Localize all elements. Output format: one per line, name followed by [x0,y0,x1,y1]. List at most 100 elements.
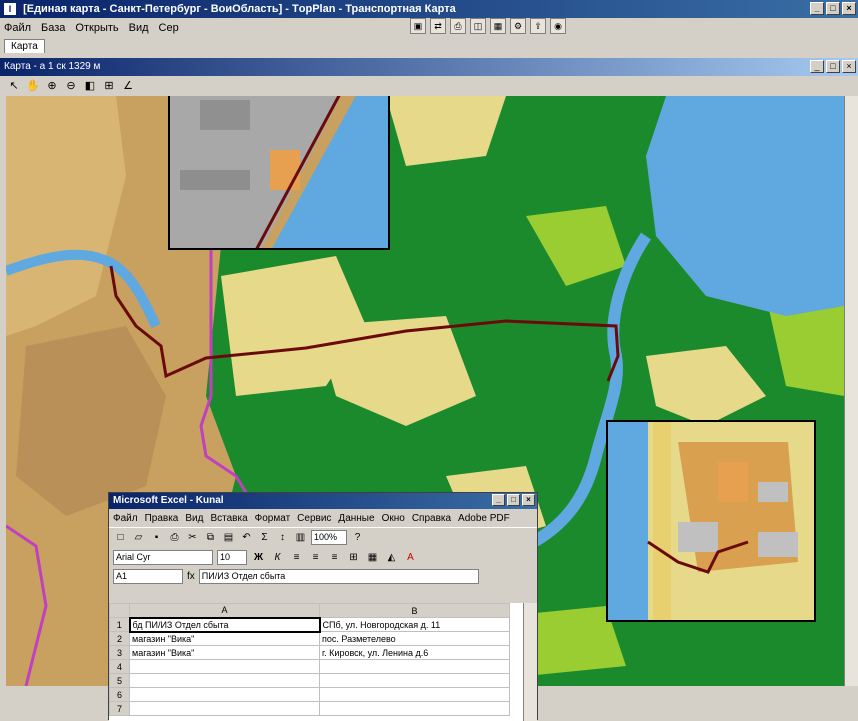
column-header-b[interactable]: B [319,603,510,618]
settings-icon[interactable]: ⚙ [510,18,526,34]
align-right-icon[interactable]: ≡ [327,550,342,565]
merge-icon[interactable]: ⊞ [346,550,361,565]
maximize-button[interactable]: □ [826,2,840,15]
excel-vertical-scrollbar[interactable] [523,603,537,721]
cell[interactable]: бд ПИ/ИЗ Отдел сбыта [128,616,321,633]
menu-file[interactable]: Файл [4,22,31,34]
tab-row: Карта [0,38,858,56]
help-icon[interactable]: ? [350,530,365,545]
excel-menu-file[interactable]: Файл [113,513,138,524]
italic-icon[interactable]: К [270,550,285,565]
chart-wizard-icon[interactable]: ▥ [293,530,308,545]
font-size-select[interactable]: 10 [217,549,247,565]
zoom-select[interactable]: 100% [311,530,347,545]
row-header[interactable]: 4 [109,659,130,674]
pointer-icon[interactable]: ↖ [6,78,22,94]
row-header[interactable]: 1 [109,617,130,632]
formula-input[interactable]: ПИ/ИЗ Отдел сбыта [198,568,479,584]
paste-icon[interactable]: ▤ [221,530,236,545]
cell[interactable] [319,659,510,674]
map-close-button[interactable]: × [842,60,856,73]
save-icon[interactable]: ▪ [149,530,164,545]
print-preview-icon[interactable]: ⎙ [167,530,182,545]
column-header-a[interactable]: A [129,603,320,618]
bold-icon[interactable]: Ж [251,550,266,565]
row-header[interactable]: 5 [109,673,130,688]
excel-menu-insert[interactable]: Вставка [210,513,247,524]
font-color-icon[interactable]: A [403,550,418,565]
cell[interactable] [319,673,510,688]
menu-open[interactable]: Открыть [75,22,118,34]
cell[interactable] [129,659,320,674]
copy-icon[interactable]: ⧉ [203,530,218,545]
menu-view[interactable]: Вид [129,22,149,34]
map-vertical-scrollbar[interactable] [844,96,858,686]
sum-icon[interactable]: Σ [257,530,272,545]
excel-menu-adobe[interactable]: Adobe PDF [458,513,510,524]
excel-menu-format[interactable]: Формат [255,513,291,524]
measure-icon[interactable]: ⊞ [101,78,117,94]
excel-menu-data[interactable]: Данные [338,513,374,524]
borders-icon[interactable]: ▦ [365,550,380,565]
cell[interactable]: магазин "Вика" [129,631,320,646]
export-icon[interactable]: ⇪ [530,18,546,34]
new-icon[interactable]: □ [113,530,128,545]
sort-icon[interactable]: ↕ [275,530,290,545]
cell[interactable] [129,673,320,688]
excel-minimize-button[interactable]: _ [492,494,505,506]
inset-town-detail [606,420,816,622]
cut-icon[interactable]: ✂ [185,530,200,545]
table-row: 5 [109,673,510,688]
cell[interactable]: СПб, ул. Новгородская д. 11 [319,617,510,632]
excel-menu-view[interactable]: Вид [185,513,203,524]
cell[interactable] [129,701,320,716]
tab-map[interactable]: Карта [4,39,45,53]
excel-menu-tools[interactable]: Сервис [297,513,331,524]
align-center-icon[interactable]: ≡ [308,550,323,565]
excel-maximize-button[interactable]: □ [507,494,520,506]
font-name-select[interactable]: Arial Cyr [113,549,213,565]
open-icon[interactable]: ▱ [131,530,146,545]
cell[interactable]: магазин "Вика" [129,645,320,660]
row-header[interactable]: 2 [109,631,130,646]
window-title-bar: I [Единая карта - Санкт-Петербург - ВоиО… [0,0,858,18]
excel-toolbar: □ ▱ ▪ ⎙ ✂ ⧉ ▤ ↶ Σ ↕ ▥ 100% ? [109,527,537,547]
map-maximize-button[interactable]: □ [826,60,840,73]
table-row: 4 [109,659,510,674]
cell[interactable] [319,687,510,702]
angle-icon[interactable]: ∠ [120,78,136,94]
cell[interactable] [129,687,320,702]
chart-icon[interactable]: ▦ [490,18,506,34]
excel-close-button[interactable]: × [522,494,535,506]
map-minimize-button[interactable]: _ [810,60,824,73]
db-icon[interactable]: ◫ [470,18,486,34]
excel-menu-help[interactable]: Справка [412,513,451,524]
menu-service[interactable]: Сер [159,22,179,34]
minimize-button[interactable]: _ [810,2,824,15]
excel-menu-edit[interactable]: Правка [145,513,179,524]
close-button[interactable]: × [842,2,856,15]
route-icon[interactable]: ⇄ [430,18,446,34]
excel-menu-window[interactable]: Окно [382,513,405,524]
row-header[interactable]: 3 [109,645,130,660]
name-box[interactable]: A1 [113,568,183,584]
globe-icon[interactable]: ◉ [550,18,566,34]
row-header[interactable]: 7 [109,701,130,716]
row-header[interactable]: 6 [109,687,130,702]
hand-icon[interactable]: ✋ [25,78,41,94]
excel-title: Microsoft Excel - Kunal [113,495,224,506]
align-left-icon[interactable]: ≡ [289,550,304,565]
cell[interactable]: г. Кировск, ул. Ленина д.6 [319,645,510,660]
cell[interactable]: пос. Разметелево [319,631,510,646]
undo-icon[interactable]: ↶ [239,530,254,545]
corner-cell[interactable] [109,603,130,618]
fill-color-icon[interactable]: ◭ [384,550,399,565]
zoom-in-icon[interactable]: ⊕ [44,78,60,94]
menu-base[interactable]: База [41,22,65,34]
print-icon[interactable]: ⎙ [450,18,466,34]
select-icon[interactable]: ◧ [82,78,98,94]
table-row: 3 магазин "Вика" г. Кировск, ул. Ленина … [109,645,510,660]
cell[interactable] [319,701,510,716]
layers-icon[interactable]: ▣ [410,18,426,34]
zoom-out-icon[interactable]: ⊖ [63,78,79,94]
